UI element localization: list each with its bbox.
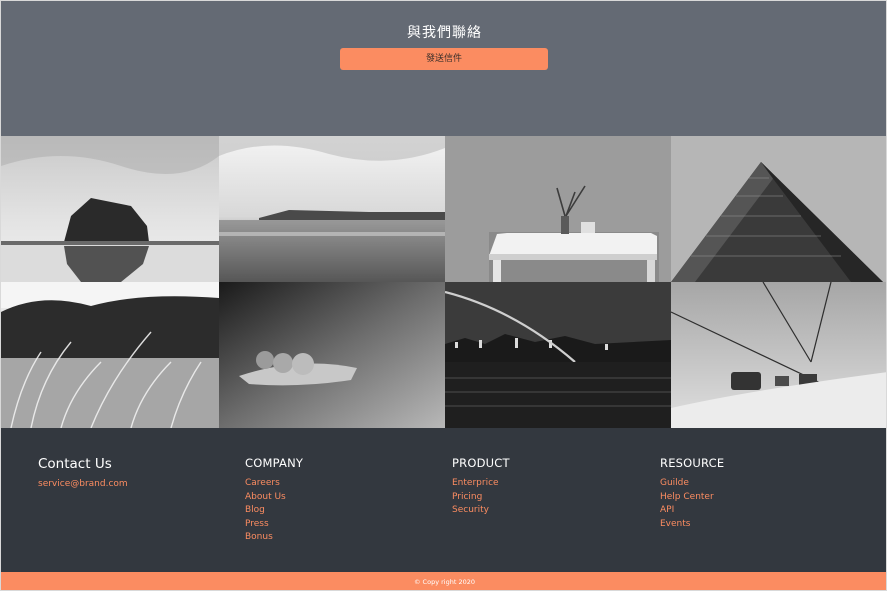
footer-product-title: PRODUCT	[452, 456, 510, 470]
footer-link-press[interactable]: Press	[245, 518, 303, 532]
footer-link-bonus[interactable]: Bonus	[245, 531, 303, 545]
footer-resource-column: RESOURCE Guilde Help Center API Events	[660, 456, 724, 531]
footer-email-link[interactable]: service@brand.com	[38, 478, 128, 492]
footer-link-careers[interactable]: Careers	[245, 477, 303, 491]
gallery-image-skyscraper[interactable]	[671, 136, 886, 282]
contact-title: 與我們聯絡	[407, 25, 482, 41]
gallery-image-ski-lift[interactable]	[671, 282, 886, 428]
gallery-image-table-vase[interactable]	[445, 136, 671, 282]
footer-product-column: PRODUCT Enterprice Pricing Security	[452, 456, 510, 518]
gallery-image-sea-shore[interactable]	[219, 136, 445, 282]
site-footer: Contact Us service@brand.com COMPANY Car…	[1, 428, 886, 572]
footer-link-about-us[interactable]: About Us	[245, 491, 303, 505]
gallery-image-pebbles-leaf[interactable]	[219, 282, 445, 428]
send-email-button[interactable]: 發送信件	[340, 48, 548, 70]
gallery-image-rock-island[interactable]	[1, 136, 219, 282]
gallery-image-wheat-field[interactable]	[1, 282, 219, 428]
footer-link-security[interactable]: Security	[452, 504, 510, 518]
footer-link-blog[interactable]: Blog	[245, 504, 303, 518]
copyright-bar: © Copy right 2020	[1, 572, 886, 590]
footer-link-api[interactable]: API	[660, 504, 724, 518]
page: 與我們聯絡 發送信件 Contact Us service@brand.com …	[0, 0, 887, 591]
footer-resource-title: RESOURCE	[660, 456, 725, 470]
footer-link-guilde[interactable]: Guilde	[660, 477, 724, 491]
photo-gallery	[1, 136, 886, 428]
footer-contact-column: Contact Us service@brand.com	[38, 456, 128, 492]
footer-link-enterprice[interactable]: Enterprice	[452, 477, 510, 491]
footer-company-column: COMPANY Careers About Us Blog Press Bonu…	[245, 456, 303, 545]
contact-section: 與我們聯絡 發送信件	[1, 1, 886, 136]
footer-link-pricing[interactable]: Pricing	[452, 491, 510, 505]
gallery-image-bridge-night[interactable]	[445, 282, 671, 428]
footer-link-help-center[interactable]: Help Center	[660, 491, 724, 505]
footer-contact-title: Contact Us	[38, 456, 112, 472]
footer-company-title: COMPANY	[245, 456, 304, 470]
footer-link-events[interactable]: Events	[660, 518, 724, 532]
